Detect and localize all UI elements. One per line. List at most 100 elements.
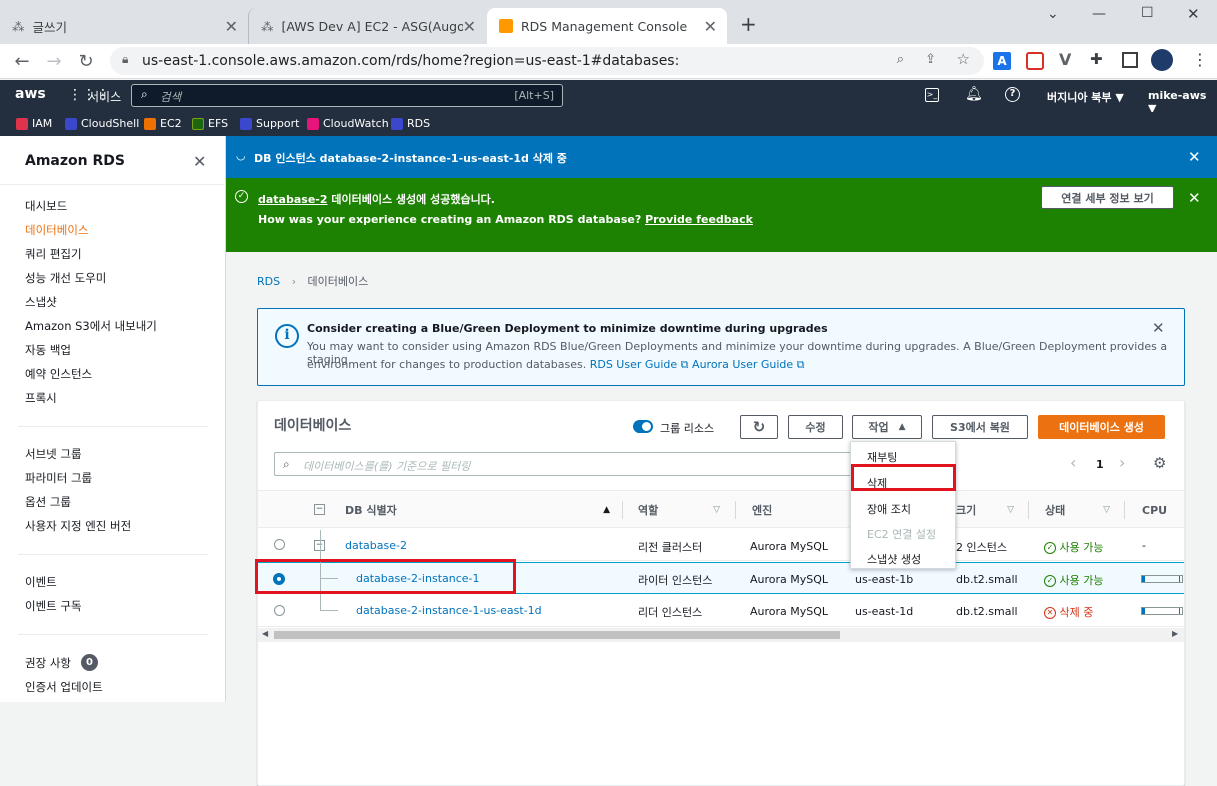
close-info-icon[interactable]: ✕ [1152, 319, 1165, 337]
column-status[interactable]: 상태 ▽ [1045, 491, 1110, 529]
sidebar-item-option-groups[interactable]: 옵션 그룹 [25, 494, 71, 510]
services-menu[interactable]: 서비스 [88, 88, 121, 105]
reload-icon[interactable]: ↻ [74, 50, 98, 74]
column-divider [1124, 501, 1125, 519]
cloudshell-icon[interactable]: >_ [925, 88, 939, 102]
browser-tab-3[interactable]: RDS Management Console ✕ [487, 8, 727, 44]
row-radio[interactable] [274, 539, 285, 550]
create-database-button[interactable]: 데이터베이스 생성 [1038, 415, 1165, 439]
row-radio[interactable] [274, 605, 285, 616]
sidebar-item-event-subscriptions[interactable]: 이벤트 구독 [25, 598, 82, 614]
scrollbar-thumb[interactable] [274, 631, 840, 639]
sidebar-item-proxies[interactable]: 프록시 [25, 390, 57, 406]
sidebar-item-parameter-groups[interactable]: 파라미터 그룹 [25, 470, 92, 486]
scroll-right-icon[interactable]: ▶ [1172, 629, 1178, 638]
sidebar-item-query-editor[interactable]: 쿼리 편집기 [25, 246, 82, 262]
sidebar-item-reserved-instances[interactable]: 예약 인스턴스 [25, 366, 92, 382]
sidebar-item-s3-export[interactable]: Amazon S3에서 내보내기 [25, 318, 157, 334]
sidebar-item-databases[interactable]: 데이터베이스 [25, 222, 88, 238]
aws-logo[interactable]: aws [15, 86, 46, 102]
forward-icon[interactable]: → [42, 50, 66, 74]
menu-item-failover[interactable]: 장애 조치 [851, 496, 955, 521]
share-icon[interactable]: ⇪ [925, 52, 936, 67]
success-db-link[interactable]: database-2 [258, 193, 328, 206]
page-number[interactable]: 1 [1096, 458, 1104, 471]
modify-button[interactable]: 수정 [788, 415, 843, 439]
minimize-icon[interactable]: ⌄ [1047, 6, 1059, 22]
bookmark-efs[interactable]: EFS [192, 117, 228, 130]
table-row[interactable]: − database-2 리전 클러스터 Aurora MySQL 2 인스턴스… [258, 529, 1184, 561]
bookmark-rds[interactable]: RDS [391, 117, 430, 130]
browser-tab-1[interactable]: ⁂ 글쓰기 ✕ [0, 8, 248, 44]
extension-icon[interactable] [1026, 52, 1044, 70]
region-selector[interactable]: 버지니아 북부 ▼ [1047, 89, 1124, 105]
breadcrumb-rds[interactable]: RDS [257, 275, 280, 288]
prev-page-icon[interactable]: ‹ [1070, 453, 1076, 472]
next-page-icon[interactable]: › [1119, 453, 1125, 472]
refresh-button[interactable]: ↻ [740, 415, 778, 439]
restore-from-s3-button[interactable]: S3에서 복원 [932, 415, 1028, 439]
sidebar-item-custom-engine-versions[interactable]: 사용자 지정 엔진 버전 [25, 518, 131, 534]
sidebar-item-subnet-groups[interactable]: 서브넷 그룹 [25, 446, 82, 462]
column-cpu[interactable]: CPU [1142, 491, 1172, 529]
close-tab-icon[interactable]: ✕ [704, 17, 717, 36]
puzzle-icon[interactable]: ✚ [1090, 50, 1103, 68]
column-label: 엔진 [752, 504, 773, 517]
table-row[interactable]: database-2-instance-1-us-east-1d 리더 인스턴스… [258, 595, 1184, 627]
maximize-window-button[interactable]: ☐ [1141, 5, 1154, 21]
notifications-bell-icon[interactable]: 🔔︎ [965, 86, 983, 102]
column-engine[interactable]: 엔진 [752, 491, 832, 529]
status-text: 사용 가능 [1059, 541, 1104, 554]
sidebar-item-recommendations[interactable]: 권장 사항 [25, 655, 71, 671]
bookmark-cloudshell[interactable]: CloudShell [65, 117, 139, 130]
iam-icon [16, 117, 28, 130]
provide-feedback-link[interactable]: Provide feedback [645, 213, 753, 226]
vimeo-extension-icon[interactable]: V [1059, 50, 1071, 69]
menu-kebab-icon[interactable]: ⋮ [1192, 50, 1208, 69]
horizontal-scrollbar[interactable]: ◀ ▶ [258, 628, 1184, 642]
browser-tab-2[interactable]: ⁂ [AWS Dev A] EC2 - ASG(Augo S ✕ [248, 8, 486, 44]
bookmark-cloudwatch[interactable]: CloudWatch [307, 117, 389, 130]
close-tab-icon[interactable]: ✕ [462, 17, 476, 36]
translate-extension-icon[interactable]: A [993, 52, 1011, 70]
group-resources-toggle[interactable] [633, 420, 653, 433]
close-flash-icon[interactable]: ✕ [1188, 189, 1201, 207]
bookmark-star-icon[interactable]: ☆ [957, 50, 970, 68]
rds-user-guide-link[interactable]: RDS User Guide [590, 358, 677, 371]
actions-button[interactable]: 작업 ▲ [852, 415, 922, 439]
sidebar-item-events[interactable]: 이벤트 [25, 574, 57, 590]
help-icon[interactable]: ? [1005, 87, 1020, 102]
minimize-window-button[interactable]: — [1092, 6, 1106, 22]
sidebar-item-snapshots[interactable]: 스냅샷 [25, 294, 57, 310]
column-size[interactable]: 크기 ▽ [956, 491, 1014, 529]
scroll-left-icon[interactable]: ◀ [262, 629, 268, 638]
new-tab-button[interactable]: + [740, 12, 757, 36]
menu-item-snapshot[interactable]: 스냅샷 생성 [851, 546, 955, 571]
aurora-user-guide-link[interactable]: Aurora User Guide [692, 358, 793, 371]
column-db-identifier[interactable]: DB 식별자 ▲ [345, 491, 610, 529]
close-sidebar-icon[interactable]: ✕ [193, 152, 206, 171]
db-identifier-link[interactable]: database-2 [345, 539, 407, 552]
settings-gear-icon[interactable]: ⚙ [1153, 454, 1166, 472]
profile-avatar[interactable] [1151, 49, 1173, 71]
close-flash-icon[interactable]: ✕ [1188, 148, 1201, 166]
bookmark-iam[interactable]: IAM [16, 117, 52, 130]
url-bar[interactable]: 🔒︎ us-east-1.console.aws.amazon.com/rds/… [110, 47, 984, 75]
close-window-button[interactable]: ✕ [1187, 5, 1200, 23]
sidebar-item-performance-insights[interactable]: 성능 개선 도우미 [25, 270, 106, 286]
close-tab-icon[interactable]: ✕ [225, 17, 238, 36]
column-role[interactable]: 역할 ▽ [638, 491, 720, 529]
filter-input[interactable]: ⌕ 데이터베이스를(를) 기준으로 필터링 [274, 452, 854, 476]
side-panel-icon[interactable] [1122, 52, 1138, 68]
sidebar-item-dashboard[interactable]: 대시보드 [25, 198, 67, 214]
zoom-icon[interactable]: ⌕ [897, 52, 904, 67]
sidebar-item-certificate-update[interactable]: 인증서 업데이트 [25, 679, 103, 695]
view-connection-details-button[interactable]: 연결 세부 정보 보기 [1041, 186, 1174, 209]
sidebar-item-automated-backups[interactable]: 자동 백업 [25, 342, 71, 358]
back-icon[interactable]: ← [10, 50, 34, 74]
db-identifier-link[interactable]: database-2-instance-1-us-east-1d [356, 604, 542, 617]
aws-search[interactable]: ⌕ 검색 [Alt+S] [131, 84, 563, 107]
bookmark-ec2[interactable]: EC2 [144, 117, 182, 130]
expand-all-icon[interactable]: − [314, 504, 325, 515]
bookmark-support[interactable]: Support [240, 117, 299, 130]
